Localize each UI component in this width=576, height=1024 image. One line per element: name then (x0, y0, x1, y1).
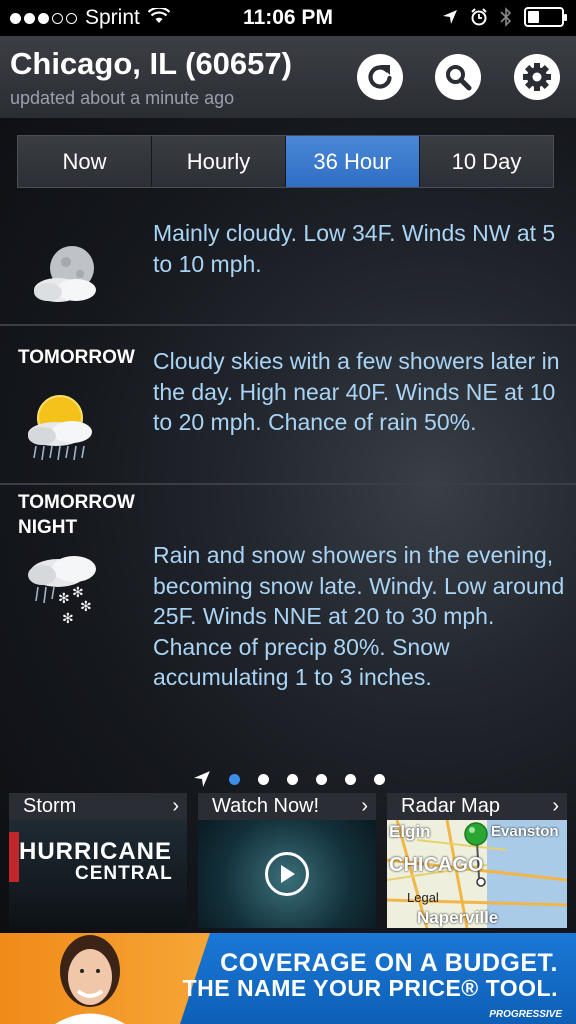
hurricane-label: HURRICANE (19, 838, 172, 865)
tab-36-hour[interactable]: 36 Hour (286, 136, 420, 187)
updated-label: updated about a minute ago (10, 88, 235, 108)
page-dot[interactable] (258, 773, 269, 785)
city-title: Chicago, IL (60657) (10, 46, 292, 81)
ad-subline: THE NAME YOUR PRICE® TOOL. (182, 975, 558, 1001)
page-dot[interactable] (287, 773, 298, 785)
chevron-right-icon: › (361, 795, 368, 817)
map-label: Evanston (491, 823, 559, 840)
svg-text:✻: ✻ (62, 611, 74, 627)
tab-hourly[interactable]: Hourly (152, 136, 286, 187)
forecast-tabs: Now Hourly 36 Hour 10 Day (17, 135, 554, 188)
forecast-text: Cloudy skies with a few showers later in… (153, 348, 560, 435)
refresh-icon (368, 65, 392, 89)
map-label: CHICAGO (389, 854, 484, 876)
page-dot[interactable] (345, 773, 356, 785)
spokesperson-image (55, 935, 125, 1024)
bluetooth-icon (500, 7, 512, 27)
refresh-button[interactable] (357, 54, 403, 100)
location-arrow-icon (443, 10, 457, 24)
card-title: Radar Map (401, 795, 500, 817)
page-indicator[interactable] (193, 770, 385, 788)
page-dot[interactable] (374, 773, 385, 785)
chevron-right-icon: › (172, 795, 179, 817)
forecast-text: Mainly cloudy. Low 34F. Winds NW at 5 to… (153, 220, 556, 277)
map-label: Naperville (417, 908, 499, 927)
ad-headline: COVERAGE ON A BUDGET. (220, 949, 558, 977)
search-button[interactable] (435, 54, 481, 100)
gear-icon (523, 63, 551, 91)
search-icon (446, 65, 472, 91)
card-title: Watch Now! (212, 795, 320, 817)
alarm-icon (471, 8, 487, 26)
ad-brand-logo: PROGRESSIVE (489, 1009, 562, 1020)
map-label: Elgin (389, 822, 431, 841)
tab-10-day[interactable]: 10 Day (420, 136, 553, 187)
sun-showers-icon (28, 395, 92, 461)
forecast-text: Rain and snow showers in the evening, be… (153, 542, 565, 690)
location-arrow-icon (194, 771, 210, 787)
stripe-decoration (9, 832, 19, 882)
svg-text:✻: ✻ (80, 599, 92, 615)
watch-now-card[interactable]: Watch Now! › (198, 793, 376, 928)
cloudy-night-icon (34, 246, 96, 302)
page-dot[interactable] (316, 773, 327, 785)
play-icon (281, 865, 295, 883)
storm-card[interactable]: Storm › HURRICANE CENTRAL (9, 793, 187, 928)
svg-text:✻: ✻ (58, 591, 70, 607)
page-dot[interactable] (229, 773, 240, 785)
divider (0, 324, 576, 326)
play-button[interactable] (265, 852, 309, 896)
settings-button[interactable] (514, 54, 560, 100)
period-label: TOMORROW (18, 347, 135, 368)
card-title: Storm (23, 795, 77, 817)
battery-icon (524, 7, 567, 27)
tab-now[interactable]: Now (18, 136, 152, 187)
central-label: CENTRAL (75, 863, 173, 884)
status-bar: Sprint 11:06 PM (0, 0, 576, 36)
divider (0, 483, 576, 485)
ad-banner[interactable]: COVERAGE ON A BUDGET. THE NAME YOUR PRIC… (0, 933, 576, 1024)
map-label: Legal (407, 890, 439, 905)
radar-map-card[interactable]: Radar Map › Elgin Evanston CHICAGO Legal… (387, 793, 567, 928)
period-label: TOMORROW NIGHT (18, 492, 135, 538)
location-header: Chicago, IL (60657) updated about a minu… (0, 36, 576, 118)
chevron-right-icon: › (552, 795, 559, 817)
rain-snow-icon: ✻ ✻✻✻ (28, 556, 96, 627)
